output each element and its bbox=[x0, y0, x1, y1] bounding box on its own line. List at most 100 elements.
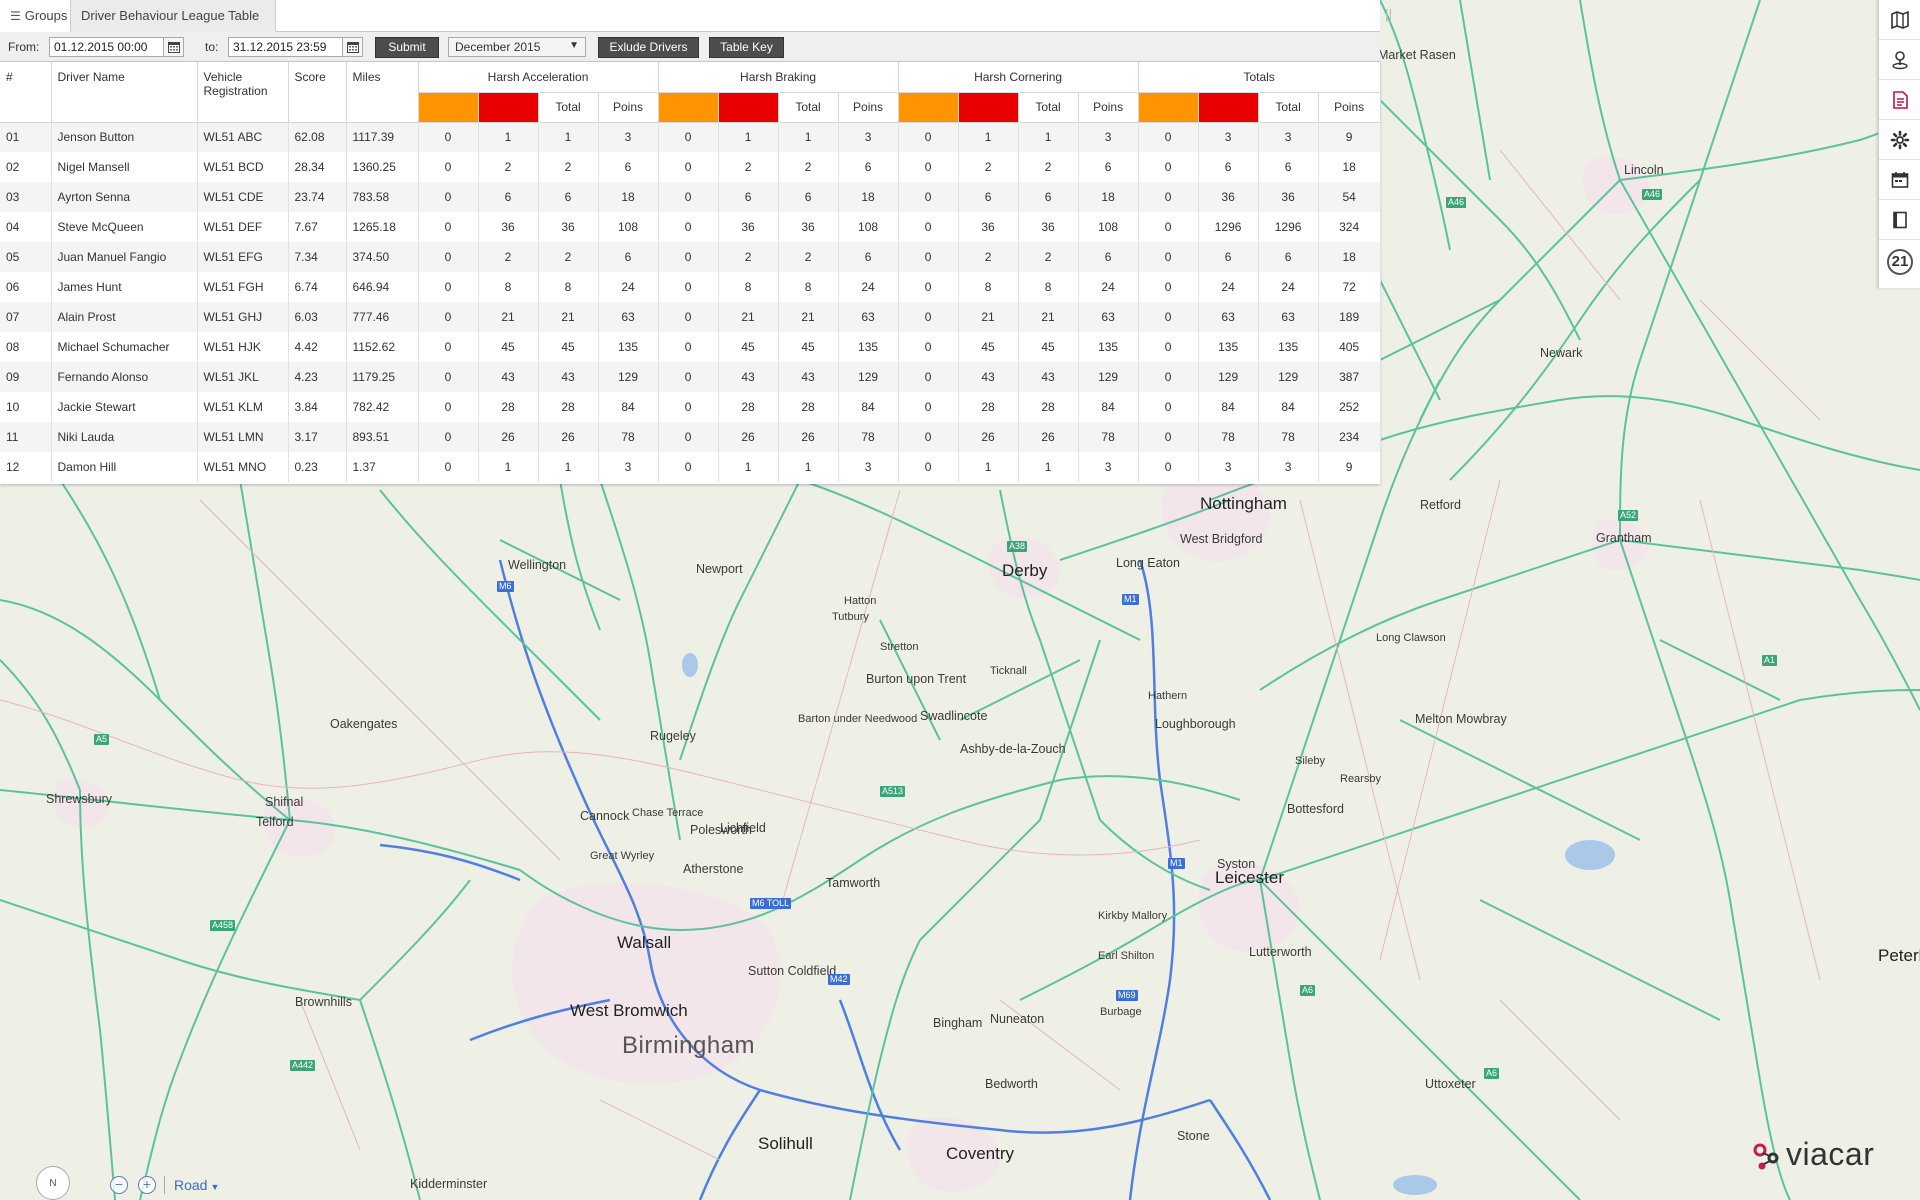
cell-acceleration-points: 3 bbox=[598, 452, 659, 482]
cell-driver-name: James Hunt bbox=[51, 272, 198, 302]
cell-cornering-high: 2 bbox=[958, 152, 1019, 182]
cell-miles: 646.94 bbox=[346, 272, 419, 302]
table-row[interactable]: 08 Michael Schumacher WL51 HJK 4.42 1152.62 0… bbox=[0, 332, 1381, 362]
submit-button[interactable]: Submit bbox=[375, 37, 439, 58]
cell-braking-medium: 0 bbox=[658, 152, 719, 182]
cell-braking-high: 1 bbox=[718, 452, 779, 482]
cell-cornering-medium: 0 bbox=[898, 332, 959, 362]
sub-header-total[interactable]: Total bbox=[1018, 92, 1079, 123]
map-type-select[interactable]: Road ▼ bbox=[174, 1177, 219, 1193]
compass-icon[interactable]: N bbox=[36, 1166, 70, 1200]
calendar-icon[interactable] bbox=[1879, 160, 1920, 200]
cell-braking-points: 135 bbox=[838, 332, 899, 362]
col-header-miles[interactable]: Miles bbox=[346, 62, 419, 123]
sub-header-points[interactable]: Poins bbox=[598, 92, 659, 123]
pin-user-icon[interactable] bbox=[1879, 40, 1920, 80]
cell-acceleration-high: 8 bbox=[478, 272, 539, 302]
group-header-cornering: Harsh Cornering bbox=[898, 62, 1139, 93]
to-date-input[interactable]: 31.12.2015 23:59 bbox=[228, 37, 343, 57]
to-calendar-icon[interactable] bbox=[343, 37, 363, 57]
cell-acceleration-medium: 0 bbox=[418, 182, 479, 212]
tab-driver-league[interactable]: Driver Behaviour League Table bbox=[71, 0, 276, 32]
table-row[interactable]: 10 Jackie Stewart WL51 KLM 3.84 782.42 0 28 28 8… bbox=[0, 392, 1381, 422]
notifications-badge[interactable]: 21 bbox=[1879, 242, 1920, 282]
tab-bar: ☰ Groups Driver Behaviour League Table bbox=[0, 0, 1380, 32]
zoom-out-button[interactable]: − bbox=[110, 1176, 128, 1194]
col-header-driver[interactable]: Driver Name bbox=[51, 62, 198, 123]
cell-totals-high: 24 bbox=[1198, 272, 1259, 302]
cell-acceleration-high: 36 bbox=[478, 212, 539, 242]
sub-header-total[interactable]: Total bbox=[538, 92, 599, 123]
cell-driver-name: Niki Lauda bbox=[51, 422, 198, 452]
map-label-nottingham: Nottingham bbox=[1200, 494, 1287, 513]
map-label-burntwood: Polesworth bbox=[690, 823, 752, 837]
from-date-input[interactable]: 01.12.2015 00:00 bbox=[49, 37, 164, 57]
tab-groups[interactable]: ☰ Groups bbox=[0, 0, 71, 32]
cell-braking-total: 36 bbox=[778, 212, 839, 242]
cell-totals-medium: 0 bbox=[1138, 272, 1199, 302]
panel-resize-handle[interactable]: || bbox=[1385, 6, 1395, 30]
sub-header-points[interactable]: Poins bbox=[1318, 92, 1381, 123]
cell-score: 7.67 bbox=[288, 212, 347, 242]
cell-cornering-points: 84 bbox=[1078, 392, 1139, 422]
severity-high-swatch bbox=[1198, 92, 1259, 123]
book-icon[interactable] bbox=[1879, 200, 1920, 240]
severity-high-swatch bbox=[958, 92, 1019, 123]
from-calendar-icon[interactable] bbox=[164, 37, 184, 57]
cell-acceleration-points: 18 bbox=[598, 182, 659, 212]
cell-cornering-high: 8 bbox=[958, 272, 1019, 302]
table-row[interactable]: 07 Alain Prost WL51 GHJ 6.03 777.46 0 21 21 63 0 2… bbox=[0, 302, 1381, 332]
cell-braking-high: 6 bbox=[718, 182, 779, 212]
cell-acceleration-high: 43 bbox=[478, 362, 539, 392]
cell-cornering-high: 21 bbox=[958, 302, 1019, 332]
table-row[interactable]: 04 Steve McQueen WL51 DEF 7.67 1265.18 0 36 36 1… bbox=[0, 212, 1381, 242]
cell-cornering-high: 26 bbox=[958, 422, 1019, 452]
cell-acceleration-medium: 0 bbox=[418, 212, 479, 242]
table-key-button[interactable]: Table Key bbox=[709, 37, 784, 58]
cell-vehicle-reg: WL51 BCD bbox=[197, 152, 289, 182]
map-label-oadby: Syston bbox=[1217, 857, 1256, 871]
map-label-west-bromwich: West Bromwich bbox=[570, 1001, 688, 1020]
table-row[interactable]: 02 Nigel Mansell WL51 BCD 28.34 1360.25 0 2 2 6 0… bbox=[0, 152, 1381, 182]
cell-cornering-medium: 0 bbox=[898, 272, 959, 302]
cell-braking-total: 1 bbox=[778, 452, 839, 482]
cell-totals-points: 189 bbox=[1318, 302, 1381, 332]
col-header-vehicle[interactable]: Vehicle Registration bbox=[197, 62, 289, 123]
table-row[interactable]: 06 James Hunt WL51 FGH 6.74 646.94 0 8 8 24 0 8 8 24… bbox=[0, 272, 1381, 302]
cell-braking-points: 108 bbox=[838, 212, 899, 242]
sub-header-total[interactable]: Total bbox=[1258, 92, 1319, 123]
map-label-brownhills: Atherstone bbox=[683, 862, 744, 876]
cell-cornering-medium: 0 bbox=[898, 422, 959, 452]
settings-icon[interactable] bbox=[1879, 120, 1920, 160]
sub-header-points[interactable]: Poins bbox=[838, 92, 899, 123]
table-row[interactable]: 11 Niki Lauda WL51 LMN 3.17 893.51 0 26 26 78 0 26… bbox=[0, 422, 1381, 452]
cell-totals-points: 18 bbox=[1318, 242, 1381, 272]
cell-vehicle-reg: WL51 HJK bbox=[197, 332, 289, 362]
cell-driver-name: Damon Hill bbox=[51, 452, 198, 482]
table-row[interactable]: 01 Jenson Button WL51 ABC 62.08 1117.39 0 1 1 3 0… bbox=[0, 121, 1381, 152]
cell-braking-points: 6 bbox=[838, 152, 899, 182]
map-icon[interactable] bbox=[1879, 0, 1920, 40]
cell-acceleration-points: 135 bbox=[598, 332, 659, 362]
cell-score: 3.84 bbox=[288, 392, 347, 422]
col-header-number[interactable]: # bbox=[0, 62, 52, 123]
month-select[interactable]: December 2015 ▼ bbox=[448, 37, 586, 57]
road-shield: M42 bbox=[828, 974, 850, 985]
severity-high-swatch bbox=[718, 92, 779, 123]
cell-driver-name: Fernando Alonso bbox=[51, 362, 198, 392]
exclude-drivers-button[interactable]: Exlude Drivers bbox=[598, 37, 699, 58]
cell-cornering-total: 2 bbox=[1018, 242, 1079, 272]
severity-medium-swatch bbox=[418, 92, 479, 123]
cell-miles: 1152.62 bbox=[346, 332, 419, 362]
table-row[interactable]: 03 Ayrton Senna WL51 CDE 23.74 783.58 0 6 6 18 0 6… bbox=[0, 182, 1381, 212]
sub-header-total[interactable]: Total bbox=[778, 92, 839, 123]
zoom-in-button[interactable]: + bbox=[138, 1176, 156, 1194]
table-row[interactable]: 12 Damon Hill WL51 MNO 0.23 1.37 0 1 1 3 0 1 1 3 0 1 1 3… bbox=[0, 452, 1381, 482]
sub-header-points[interactable]: Poins bbox=[1078, 92, 1139, 123]
col-header-score[interactable]: Score bbox=[288, 62, 347, 123]
cell-vehicle-reg: WL51 LMN bbox=[197, 422, 289, 452]
report-icon[interactable] bbox=[1879, 80, 1920, 120]
table-row[interactable]: 09 Fernando Alonso WL51 JKL 4.23 1179.25 0 43 4… bbox=[0, 362, 1381, 392]
table-row[interactable]: 05 Juan Manuel Fangio WL51 EFG 7.34 374.50 0 2… bbox=[0, 242, 1381, 272]
cell-acceleration-high: 6 bbox=[478, 182, 539, 212]
